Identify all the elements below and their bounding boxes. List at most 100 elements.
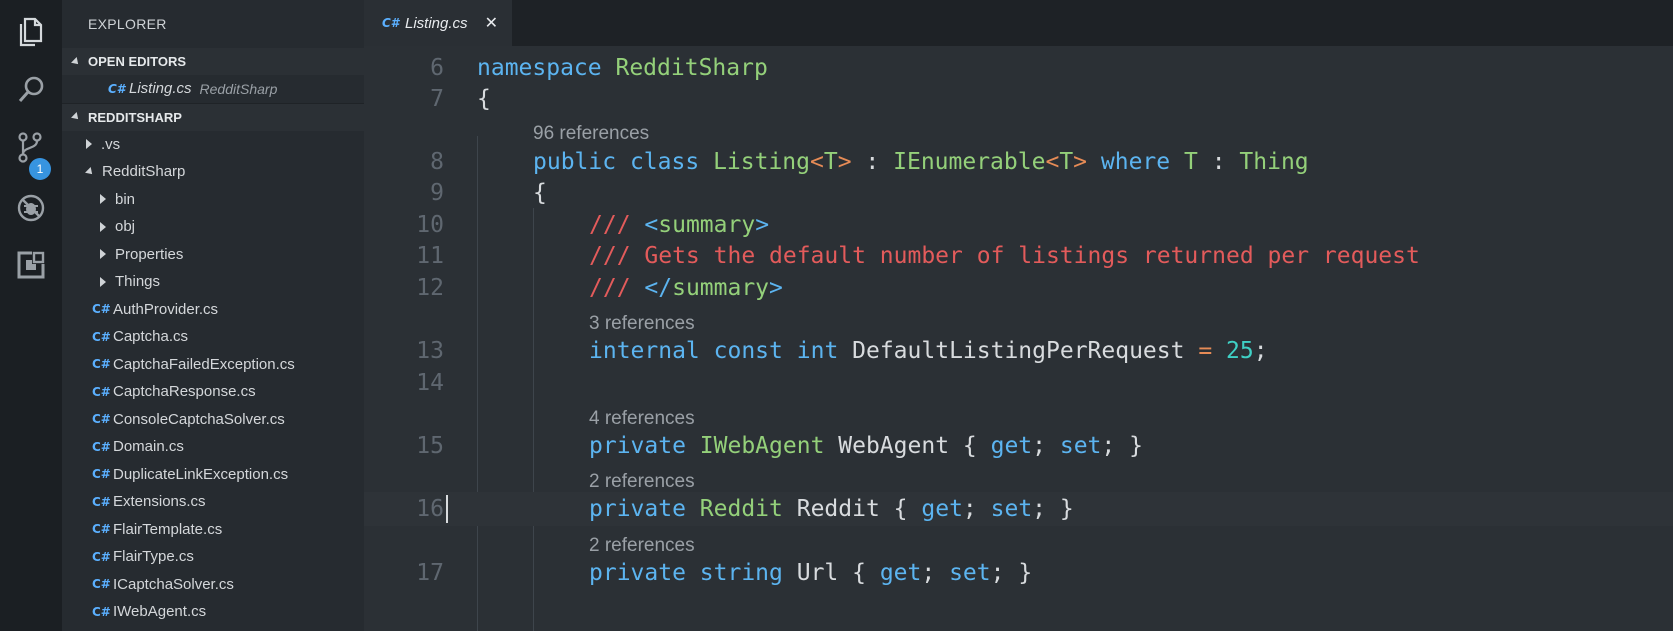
tree-item-label: RedditSharp	[102, 163, 186, 181]
tree-file[interactable]: C# FlairTemplate.cs	[62, 516, 364, 544]
csharp-file-icon: C#	[92, 577, 111, 592]
open-editors-header[interactable]: OPEN EDITORS	[62, 48, 364, 75]
code-token: Url {	[782, 560, 880, 586]
tree-item-label: FlairTemplate.cs	[113, 520, 223, 538]
code-lens-references[interactable]: 96 references	[533, 120, 649, 148]
code-token: ///	[589, 212, 645, 238]
tree-folder[interactable]: obj	[62, 213, 364, 241]
open-editor-project: RedditSharp	[199, 80, 278, 97]
line-number: 16	[416, 496, 444, 522]
code-token: internal	[589, 338, 700, 364]
code-token: get	[990, 433, 1033, 459]
tree-file[interactable]: C# CaptchaFailedException.cs	[62, 351, 364, 379]
tree-file[interactable]: C# CaptchaResponse.cs	[62, 378, 364, 406]
tree-file[interactable]: C# FlairType.cs	[62, 543, 364, 571]
code-token: T	[1059, 149, 1074, 175]
tree-file[interactable]: C# IWebAgent.cs	[62, 598, 364, 626]
tree-folder[interactable]: Properties	[62, 241, 364, 269]
tree-file[interactable]: C# ConsoleCaptchaSolver.cs	[62, 406, 364, 434]
code-token: DefaultListingPerRequest	[838, 338, 1199, 364]
line-number: 11	[416, 243, 444, 269]
code-token: RedditSharp	[615, 55, 768, 81]
tree-item-label: AuthProvider.cs	[113, 300, 219, 318]
vscode-window: 1 EXPLORER OPEN EDITORS C# Listing.cs Re…	[0, 0, 1673, 631]
tree-item-label: Captcha.cs	[113, 328, 189, 346]
code-token: T	[1184, 149, 1198, 175]
code-token: T	[823, 149, 838, 175]
code-token: >	[1073, 149, 1088, 175]
chevron-right-icon	[86, 139, 92, 150]
line-number: 10	[416, 212, 444, 238]
tree-item-label: DuplicateLinkException.cs	[113, 465, 289, 483]
tab-listing-cs[interactable]: C# Listing.cs ✕	[364, 0, 512, 46]
code-line: 8 public class Listing<T> : IEnumerable<T…	[364, 145, 1673, 179]
tree-folder[interactable]: .vs	[62, 131, 364, 159]
csharp-file-icon: C#	[92, 329, 111, 344]
line-number: 12	[416, 275, 444, 301]
activity-search[interactable]	[0, 62, 62, 118]
code-text: {	[477, 82, 491, 116]
project-header[interactable]: REDDITSHARP	[62, 102, 364, 131]
activity-extensions[interactable]	[0, 237, 62, 293]
text-cursor	[446, 495, 448, 523]
code-text: /// <summary>	[589, 208, 769, 242]
code-token: ;	[1253, 338, 1268, 364]
code-token: =	[1198, 338, 1213, 364]
line-number: 17	[416, 560, 444, 586]
line-number: 15	[416, 433, 444, 459]
tree-item-label: Things	[115, 273, 161, 291]
code-token: int	[796, 338, 839, 364]
open-editor-listing[interactable]: C# Listing.cs RedditSharp	[62, 75, 364, 103]
code-text: namespace RedditSharp	[477, 51, 768, 85]
chevron-right-icon	[100, 276, 106, 287]
code-token: summary	[672, 275, 770, 301]
line-number: 14	[416, 370, 444, 396]
tree-folder[interactable]: RedditSharp	[62, 158, 364, 186]
explorer-sidebar: EXPLORER OPEN EDITORS C# Listing.cs Redd…	[62, 0, 364, 631]
line-number: 6	[430, 55, 444, 81]
code-line: 13 internal const int DefaultListingPerRe…	[364, 334, 1673, 368]
code-token: 25	[1226, 338, 1254, 364]
code-token: private	[589, 433, 686, 459]
code-token: >	[769, 275, 783, 301]
tree-file[interactable]: C# DuplicateLinkException.cs	[62, 461, 364, 489]
line-number: 8	[430, 149, 444, 175]
csharp-file-icon: C#	[92, 412, 111, 427]
tree-file[interactable]: C# AuthProvider.cs	[62, 296, 364, 324]
activity-debug[interactable]	[0, 180, 62, 236]
close-icon[interactable]: ✕	[485, 13, 498, 33]
sidebar-title: EXPLORER	[88, 16, 167, 32]
tree-file[interactable]: C# Domain.cs	[62, 433, 364, 461]
code-token: :	[1197, 149, 1240, 175]
line-number: 9	[430, 180, 444, 206]
code-token: namespace	[477, 55, 602, 81]
code-token: summary	[658, 212, 756, 238]
debug-icon	[17, 194, 45, 222]
tree-item-label: CaptchaResponse.cs	[113, 383, 256, 401]
tree-file[interactable]: C# Extensions.cs	[62, 488, 364, 516]
tree-item-label: .vs	[101, 135, 121, 153]
tree-folder[interactable]: bin	[62, 186, 364, 214]
code-token: class	[629, 149, 700, 175]
tree-file[interactable]: C# Captcha.cs	[62, 323, 364, 351]
activity-explorer[interactable]	[0, 4, 62, 60]
line-number: 13	[416, 338, 444, 364]
csharp-file-icon: C#	[92, 604, 111, 619]
tree-folder[interactable]: Things	[62, 268, 364, 296]
code-token: Reddit {	[782, 496, 922, 522]
code-token: Reddit	[699, 496, 783, 522]
chevron-right-icon	[100, 249, 106, 260]
tree-item-label: IWebAgent.cs	[113, 603, 207, 621]
tree-item-label: Properties	[115, 245, 184, 263]
chevron-right-icon	[100, 194, 106, 205]
code-token: ; }	[1032, 496, 1074, 522]
code-editor[interactable]: 6 namespace RedditSharp 7{96 references 8 pu…	[364, 46, 1673, 631]
tree-file[interactable]: C# ICaptchaSolver.cs	[62, 571, 364, 599]
